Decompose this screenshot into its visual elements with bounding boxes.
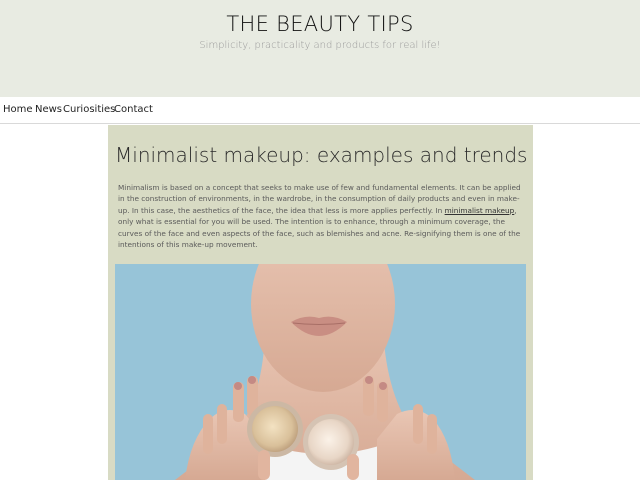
main-nav: Home News Curiosities Contact (0, 97, 640, 124)
nav-item-curiosities[interactable]: Curiosities (63, 104, 115, 115)
site-header: THE BEAUTY TIPS Simplicity, practicality… (0, 0, 640, 97)
article-card: Minimalist makeup: examples and trends M… (108, 125, 533, 480)
article-body: Minimalism is based on a concept that se… (118, 182, 529, 250)
site-title[interactable]: THE BEAUTY TIPS (0, 12, 640, 36)
woman-holding-cream-jars-illustration (115, 264, 526, 480)
nav-item-news[interactable]: News (35, 104, 62, 115)
nav-item-contact[interactable]: Contact (114, 104, 153, 115)
nav-item-home[interactable]: Home (3, 104, 33, 115)
site-tagline: Simplicity, practicality and products fo… (199, 40, 441, 51)
article-hero-image (115, 264, 526, 480)
article-title: Minimalist makeup: examples and trends (115, 143, 528, 167)
minimalist-makeup-link[interactable]: minimalist makeup (445, 206, 515, 215)
